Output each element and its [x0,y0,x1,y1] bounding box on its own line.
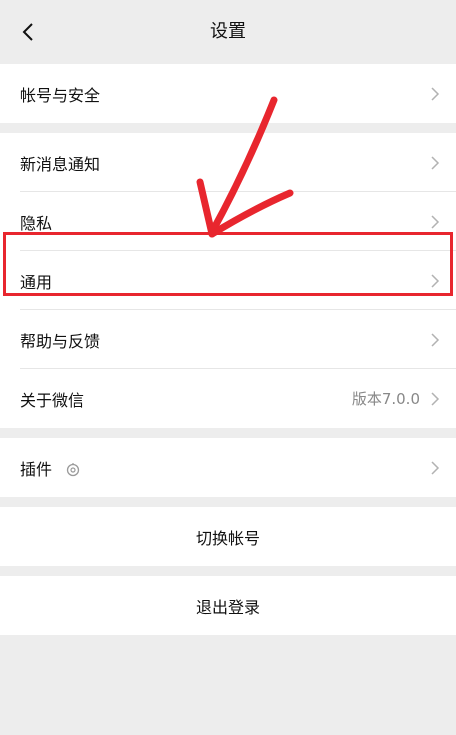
cell-privacy[interactable]: 隐私 [0,192,456,251]
cell-label: 帮助与反馈 [20,331,101,351]
cell-account-security[interactable]: 帐号与安全 [0,64,456,123]
cell-label: 帐号与安全 [20,85,101,105]
chevron-right-icon [431,460,440,475]
cell-label: 插件 [20,456,430,480]
navigation-bar: 设置 [0,0,456,64]
page-title: 设置 [210,21,246,42]
cell-plugins[interactable]: 插件 [0,438,456,497]
cell-general[interactable]: 通用 [0,251,456,310]
chevron-right-icon [431,86,440,101]
version-value: 版本7.0.0 [351,390,420,408]
cell-label: 通用 [20,272,53,292]
cell-label: 新消息通知 [20,154,101,174]
cell-notifications[interactable]: 新消息通知 [0,133,456,192]
chevron-right-icon [431,273,440,288]
chevron-right-icon [431,214,440,229]
cell-about-wechat[interactable]: 关于微信 版本7.0.0 [0,369,456,428]
settings-group-main: 新消息通知 隐私 通用 帮助与反馈 关于微信 版本7.0.0 [0,133,456,428]
logout-group: 退出登录 [0,576,456,635]
settings-group-plugins: 插件 [0,438,456,497]
switch-account-group: 切换帐号 [0,507,456,566]
cell-label: 关于微信 [20,390,85,410]
cell-help-feedback[interactable]: 帮助与反馈 [0,310,456,369]
settings-group-account: 帐号与安全 [0,64,456,123]
logout-label: 退出登录 [195,597,260,617]
plugin-icon [66,463,80,477]
switch-account-button[interactable]: 切换帐号 [0,507,456,566]
chevron-right-icon [431,332,440,347]
cell-label: 隐私 [20,213,53,233]
chevron-right-icon [431,155,440,170]
logout-button[interactable]: 退出登录 [0,576,456,635]
switch-account-label: 切换帐号 [195,528,260,548]
chevron-right-icon [431,391,440,406]
